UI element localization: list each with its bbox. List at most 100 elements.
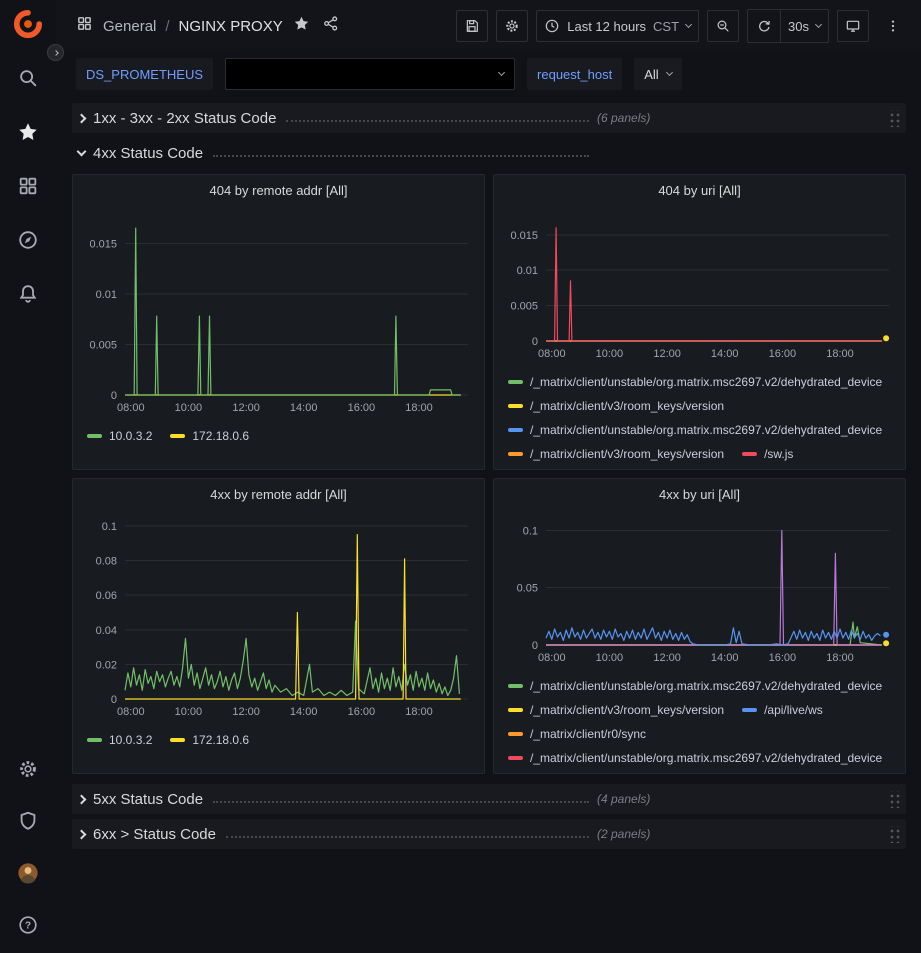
legend-item[interactable]: 10.0.3.2 (87, 733, 152, 747)
legend-series-label[interactable]: /_matrix/client/unstable/org.matrix.msc2… (530, 375, 882, 389)
favorite-star-icon[interactable] (293, 15, 310, 37)
x-tick-label: 10:00 (175, 402, 203, 414)
y-tick-label: 0 (111, 390, 117, 402)
datasource-variable-label[interactable]: DS_PROMETHEUS (76, 58, 213, 90)
x-tick-label: 18:00 (826, 348, 854, 360)
legend-item[interactable]: /_matrix/client/v3/room_keys/version (508, 399, 724, 413)
refresh-interval-dropdown[interactable]: 30s (780, 10, 828, 42)
legend-series-label[interactable]: 10.0.3.2 (109, 429, 152, 443)
kiosk-monitor-button[interactable] (837, 10, 869, 42)
legend-series-label[interactable]: 172.18.0.6 (192, 429, 249, 443)
legend-series-label[interactable]: 10.0.3.2 (109, 733, 152, 747)
starred-nav-icon[interactable] (12, 118, 44, 146)
dashboard-canvas: 1xx - 3xx - 2xx Status Code (6 panels) 4… (56, 96, 921, 953)
row-title[interactable]: 1xx - 3xx - 2xx Status Code (93, 110, 276, 127)
panel-title[interactable]: 4xx by uri [All] (494, 479, 905, 509)
legend-series-label[interactable]: /_matrix/client/v3/room_keys/version (530, 399, 724, 413)
alerting-bell-icon[interactable] (12, 280, 44, 308)
breadcrumb-section[interactable]: General (103, 18, 156, 35)
legend-series-label[interactable]: /api/live/ws (764, 703, 823, 717)
legend-item[interactable]: 10.0.3.2 (87, 429, 152, 443)
panel-title[interactable]: 4xx by remote addr [All] (73, 479, 484, 509)
series-line (125, 621, 459, 695)
dotted-leader (213, 155, 589, 157)
time-series-plot[interactable]: 00.0050.010.01508:0010:0012:0014:0016:00… (79, 205, 478, 417)
time-range-picker[interactable]: Last 12 hours CST (536, 10, 699, 42)
legend-item[interactable]: /_matrix/client/v3/room_keys/version (508, 447, 724, 461)
legend-series-label[interactable]: /_matrix/client/v3/room_keys/version (530, 447, 724, 461)
legend-series-label[interactable]: /_matrix/client/unstable/org.matrix.msc2… (530, 423, 882, 437)
sidebar-expand-button[interactable] (47, 44, 64, 61)
panel-4xx-by-remote-addr: 4xx by remote addr [All] 00.020.040.060.… (72, 478, 485, 774)
kebab-menu-icon[interactable] (877, 10, 909, 42)
zoom-out-button[interactable] (707, 10, 739, 42)
time-series-plot[interactable]: 00.020.040.060.080.108:0010:0012:0014:00… (79, 509, 478, 721)
panel-title[interactable]: 404 by uri [All] (494, 175, 905, 205)
time-series-plot[interactable]: 00.0050.010.01508:0010:0012:0014:0016:00… (500, 205, 899, 363)
legend-item[interactable]: 172.18.0.6 (170, 733, 249, 747)
legend-item[interactable]: /_matrix/client/unstable/org.matrix.msc2… (508, 375, 882, 389)
legend-series-label[interactable]: /sw.js (764, 447, 793, 461)
sidebar-bottom-group: ? (12, 755, 44, 939)
request-host-select[interactable]: All (634, 58, 681, 90)
breadcrumb: General / NGINX PROXY (103, 18, 283, 35)
legend-series-label[interactable]: /_matrix/client/v3/room_keys/version (530, 703, 724, 717)
x-tick-label: 14:00 (290, 402, 318, 414)
settings-gear-icon[interactable] (12, 755, 44, 783)
legend-item[interactable]: /_matrix/client/unstable/org.matrix.msc2… (508, 751, 882, 765)
svg-text:?: ? (25, 921, 31, 932)
row-drag-handle-icon[interactable] (888, 110, 900, 127)
refresh-icon[interactable] (748, 10, 780, 42)
dashboard-settings-gear-button[interactable] (496, 10, 528, 42)
request-host-variable-label[interactable]: request_host (527, 58, 622, 90)
legend-series-label[interactable]: /_matrix/client/unstable/org.matrix.msc2… (530, 751, 882, 765)
apps-grid-icon[interactable] (76, 15, 93, 37)
row-title[interactable]: 4xx Status Code (93, 145, 203, 162)
row-1xx-3xx-2xx[interactable]: 1xx - 3xx - 2xx Status Code (6 panels) (72, 103, 906, 133)
refresh-group: 30s (747, 9, 829, 43)
series-line (546, 628, 880, 645)
legend-item[interactable]: /_matrix/client/unstable/org.matrix.msc2… (508, 679, 882, 693)
help-icon[interactable]: ? (12, 911, 44, 939)
row-4xx[interactable]: 4xx Status Code (72, 138, 906, 168)
panel-title[interactable]: 404 by remote addr [All] (73, 175, 484, 205)
series-line (125, 228, 461, 395)
legend-item[interactable]: /_matrix/client/v3/room_keys/version (508, 703, 724, 717)
explore-compass-icon[interactable] (12, 226, 44, 254)
breadcrumb-separator: / (165, 18, 169, 35)
row-drag-handle-icon[interactable] (888, 826, 900, 843)
row-title[interactable]: 5xx Status Code (93, 791, 203, 808)
grafana-logo-icon[interactable] (12, 10, 44, 38)
share-icon[interactable] (322, 15, 339, 37)
legend-series-label[interactable]: /_matrix/client/r0/sync (530, 727, 646, 741)
legend-series-label[interactable]: /_matrix/client/unstable/org.matrix.msc2… (530, 679, 882, 693)
legend-item[interactable]: /_matrix/client/unstable/org.matrix.msc2… (508, 423, 882, 437)
x-tick-label: 08:00 (117, 402, 145, 414)
y-tick-label: 0.05 (517, 583, 538, 595)
row-6xx[interactable]: 6xx > Status Code (2 panels) (72, 819, 906, 849)
breadcrumb-dashboard-title[interactable]: NGINX PROXY (179, 18, 283, 35)
panel-404-by-remote-addr: 404 by remote addr [All] 00.0050.010.015… (72, 174, 485, 470)
x-tick-label: 08:00 (538, 348, 566, 360)
legend-item[interactable]: /_matrix/client/r0/sync (508, 727, 646, 741)
row-title[interactable]: 6xx > Status Code (93, 826, 216, 843)
admin-shield-icon[interactable] (12, 807, 44, 835)
legend-series-label[interactable]: 172.18.0.6 (192, 733, 249, 747)
legend-item[interactable]: 172.18.0.6 (170, 429, 249, 443)
series-end-dot (883, 335, 889, 341)
time-series-plot[interactable]: 00.050.108:0010:0012:0014:0016:0018:00 (500, 509, 899, 667)
legend-item[interactable]: /sw.js (742, 447, 793, 461)
row-5xx[interactable]: 5xx Status Code (4 panels) (72, 784, 906, 814)
user-avatar[interactable] (12, 859, 44, 887)
dashboards-grid-icon[interactable] (12, 172, 44, 200)
save-dashboard-button[interactable] (456, 10, 488, 42)
row-drag-handle-icon[interactable] (888, 791, 900, 808)
legend-item[interactable]: /api/live/ws (742, 703, 823, 717)
variables-submenu: DS_PROMETHEUS request_host All (56, 52, 921, 96)
x-tick-label: 18:00 (826, 652, 854, 664)
search-icon[interactable] (12, 64, 44, 92)
legend-series-marker (742, 452, 757, 456)
y-tick-label: 0.005 (89, 339, 117, 351)
datasource-select[interactable] (225, 58, 515, 90)
x-tick-label: 14:00 (290, 706, 318, 718)
